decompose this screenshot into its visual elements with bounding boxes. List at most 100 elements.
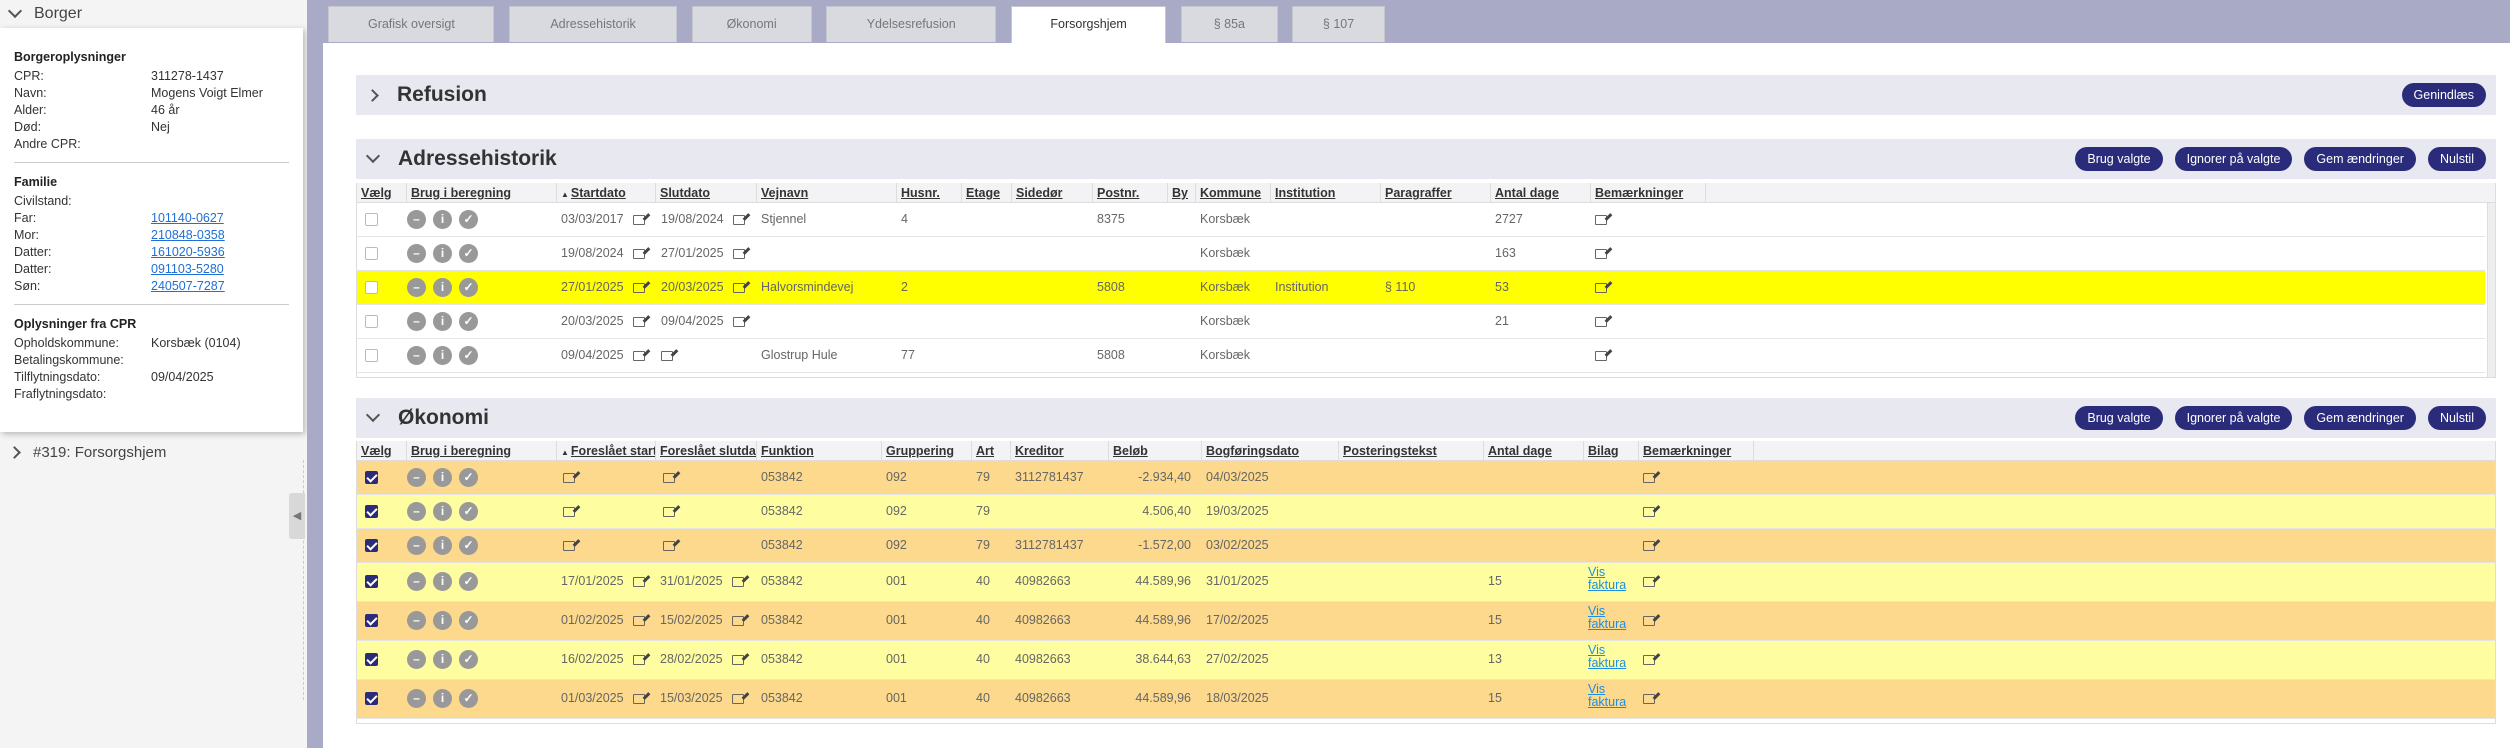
minus-icon[interactable]: –	[407, 650, 426, 669]
row-checkbox[interactable]	[365, 247, 378, 260]
row-checkbox[interactable]	[365, 315, 378, 328]
vis-faktura-link[interactable]: Vis faktura	[1588, 644, 1634, 670]
edit-icon[interactable]	[663, 473, 675, 483]
check-icon[interactable]: ✓	[459, 572, 478, 591]
check-icon[interactable]: ✓	[459, 468, 478, 487]
info-icon[interactable]: i	[433, 210, 452, 229]
minus-icon[interactable]: –	[407, 502, 426, 521]
tab-5[interactable]: § 85a	[1180, 6, 1278, 42]
column-header[interactable]: Brug i beregning	[407, 183, 557, 203]
okonomi-button-3[interactable]: Nulstil	[2427, 406, 2486, 430]
column-header[interactable]: Vælg	[357, 183, 407, 203]
column-header[interactable]: Husnr.	[897, 183, 962, 203]
edit-icon[interactable]	[1643, 473, 1655, 483]
row-checkbox[interactable]	[365, 471, 378, 484]
row-checkbox[interactable]	[365, 213, 378, 226]
tab-4[interactable]: Forsorgshjem	[1010, 6, 1167, 44]
column-header[interactable]: Paragraffer	[1381, 183, 1491, 203]
column-header[interactable]: Bemærkninger	[1639, 441, 1754, 461]
edit-icon[interactable]	[563, 507, 575, 517]
edit-icon[interactable]	[633, 317, 645, 327]
edit-icon[interactable]	[633, 577, 645, 587]
scrollbar[interactable]	[2487, 203, 2495, 377]
borger-header[interactable]: Borger	[0, 0, 307, 28]
tab-6[interactable]: § 107	[1292, 6, 1385, 42]
vis-faktura-link[interactable]: Vis faktura	[1588, 683, 1634, 709]
row-checkbox[interactable]	[365, 653, 378, 666]
okonomi-header[interactable]: Økonomi Brug valgte Ignorer på valgte Gem …	[356, 398, 2496, 438]
row-checkbox[interactable]	[365, 281, 378, 294]
check-icon[interactable]: ✓	[459, 502, 478, 521]
column-header[interactable]: Foreslået start	[557, 441, 656, 461]
edit-icon[interactable]	[633, 616, 645, 626]
edit-icon[interactable]	[1595, 283, 1607, 293]
tab-2[interactable]: Økonomi	[691, 6, 812, 42]
minus-icon[interactable]: –	[407, 572, 426, 591]
edit-icon[interactable]	[661, 351, 673, 361]
edit-icon[interactable]	[633, 249, 645, 259]
check-icon[interactable]: ✓	[459, 611, 478, 630]
collapse-sidebar-handle[interactable]: ◀	[289, 493, 305, 539]
edit-icon[interactable]	[1643, 616, 1655, 626]
column-header[interactable]: Bilag	[1584, 441, 1639, 461]
edit-icon[interactable]	[563, 473, 575, 483]
info-icon[interactable]: i	[433, 244, 452, 263]
tab-0[interactable]: Grafisk oversigt	[328, 6, 495, 42]
minus-icon[interactable]: –	[407, 346, 426, 365]
edit-icon[interactable]	[1643, 577, 1655, 587]
info-icon[interactable]: i	[433, 312, 452, 331]
okonomi-button-2[interactable]: Gem ændringer	[2304, 406, 2416, 430]
column-header[interactable]: Gruppering	[882, 441, 972, 461]
minus-icon[interactable]: –	[407, 210, 426, 229]
genindlaes-button[interactable]: Genindlæs	[2401, 83, 2486, 107]
column-header[interactable]: Kreditor	[1011, 441, 1109, 461]
vis-faktura-link[interactable]: Vis faktura	[1588, 605, 1634, 631]
check-icon[interactable]: ✓	[459, 210, 478, 229]
column-header[interactable]: By	[1168, 183, 1196, 203]
info-icon[interactable]: i	[433, 536, 452, 555]
edit-icon[interactable]	[633, 283, 645, 293]
edit-icon[interactable]	[732, 616, 744, 626]
edit-icon[interactable]	[1643, 694, 1655, 704]
edit-icon[interactable]	[633, 655, 645, 665]
row-checkbox[interactable]	[365, 539, 378, 552]
edit-icon[interactable]	[563, 541, 575, 551]
edit-icon[interactable]	[732, 577, 744, 587]
row-checkbox[interactable]	[365, 692, 378, 705]
check-icon[interactable]: ✓	[459, 244, 478, 263]
adresse-button-3[interactable]: Nulstil	[2427, 147, 2486, 171]
info-icon[interactable]: i	[433, 689, 452, 708]
column-header[interactable]: Brug i beregning	[407, 441, 557, 461]
edit-icon[interactable]	[1595, 249, 1607, 259]
edit-icon[interactable]	[1643, 541, 1655, 551]
edit-icon[interactable]	[1643, 655, 1655, 665]
cpr-link[interactable]: 101140-0627	[151, 210, 224, 227]
refusion-header[interactable]: Refusion Genindlæs	[356, 75, 2496, 115]
edit-icon[interactable]	[633, 694, 645, 704]
edit-icon[interactable]	[633, 215, 645, 225]
column-header[interactable]: Vejnavn	[757, 183, 897, 203]
okonomi-button-1[interactable]: Ignorer på valgte	[2174, 406, 2293, 430]
info-icon[interactable]: i	[433, 502, 452, 521]
minus-icon[interactable]: –	[407, 278, 426, 297]
info-icon[interactable]: i	[433, 346, 452, 365]
edit-icon[interactable]	[1643, 507, 1655, 517]
row-checkbox[interactable]	[365, 505, 378, 518]
check-icon[interactable]: ✓	[459, 278, 478, 297]
edit-icon[interactable]	[733, 215, 745, 225]
info-icon[interactable]: i	[433, 468, 452, 487]
minus-icon[interactable]: –	[407, 536, 426, 555]
column-header[interactable]: Bogføringsdato	[1202, 441, 1339, 461]
check-icon[interactable]: ✓	[459, 689, 478, 708]
column-header[interactable]: Funktion	[757, 441, 882, 461]
check-icon[interactable]: ✓	[459, 650, 478, 669]
info-icon[interactable]: i	[433, 650, 452, 669]
adresse-button-0[interactable]: Brug valgte	[2075, 147, 2163, 171]
edit-icon[interactable]	[663, 507, 675, 517]
info-icon[interactable]: i	[433, 611, 452, 630]
info-icon[interactable]: i	[433, 278, 452, 297]
row-checkbox[interactable]	[365, 575, 378, 588]
minus-icon[interactable]: –	[407, 468, 426, 487]
adressehistorik-header[interactable]: Adressehistorik Brug valgte Ignorer på va…	[356, 139, 2496, 179]
adresse-button-1[interactable]: Ignorer på valgte	[2174, 147, 2293, 171]
